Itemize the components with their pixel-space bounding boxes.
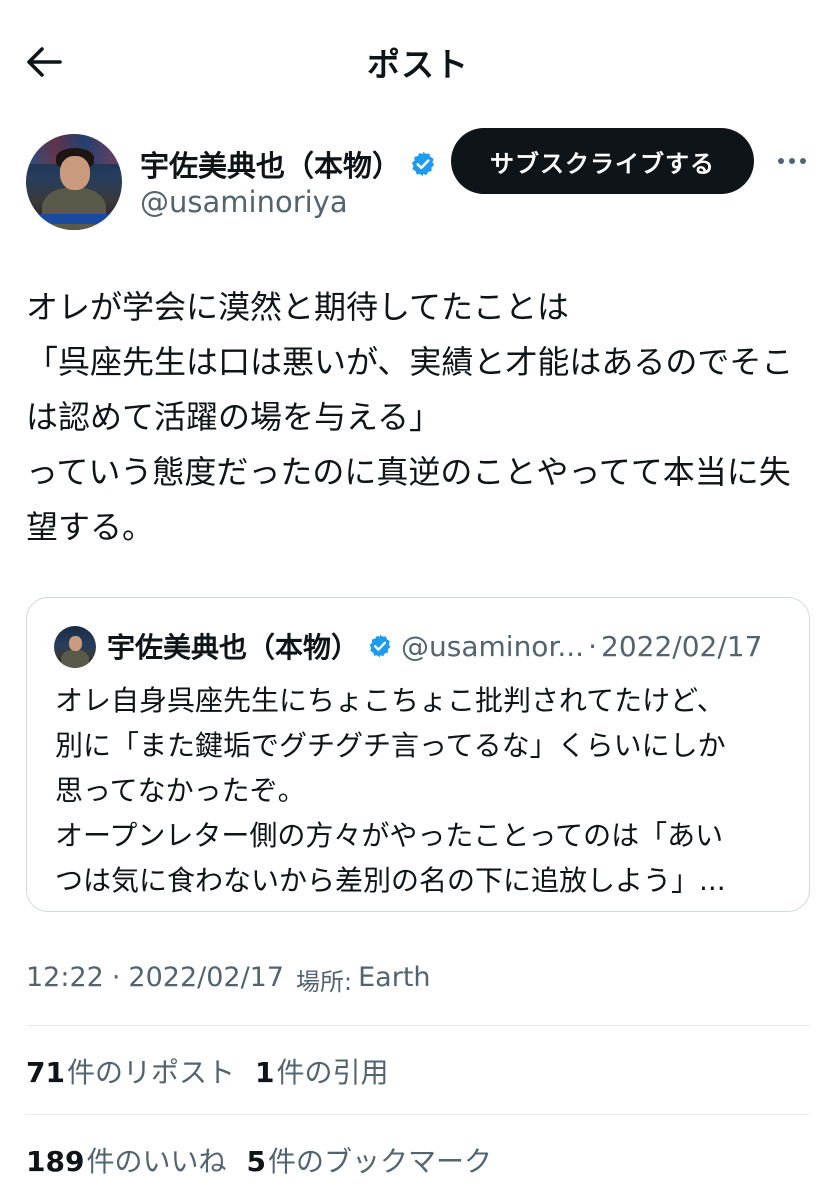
bookmarks-stat[interactable]: 5 件のブックマーク: [246, 1140, 492, 1180]
likes-stat[interactable]: 189 件のいいね: [26, 1140, 226, 1180]
likes-count: 189: [26, 1145, 85, 1178]
post-date: 2022/02/17: [128, 962, 285, 993]
quoted-author-handle: @usaminor...: [401, 629, 585, 663]
quoted-separator: ·: [588, 629, 597, 663]
quoted-post-text: オレ自身呉座先生にちょこちょこ批判されてたけど、 別に「また鍵垢でグチグチ言って…: [55, 684, 726, 897]
quoted-post[interactable]: 宇佐美典也（本物） @usaminor... · 2022/02/17 オレ自身…: [26, 597, 810, 912]
reposts-stat[interactable]: 71 件のリポスト: [26, 1051, 235, 1091]
more-horizontal-icon: [778, 158, 784, 164]
reposts-count: 71: [26, 1056, 65, 1089]
post-location: Earth: [358, 962, 431, 993]
author-name[interactable]: 宇佐美典也（本物）: [140, 143, 401, 185]
verified-badge-icon: [369, 634, 391, 658]
quotes-stat[interactable]: 1 件の引用: [255, 1051, 389, 1091]
verified-badge-icon: [411, 151, 435, 177]
quotes-label: 件の引用: [276, 1056, 389, 1089]
post-detail-page: ポスト 宇佐美典也（本物） @usaminoriya サブスクライブする オレが…: [0, 0, 836, 1200]
post-metadata: 12:22 · 2022/02/17 場所: Earth: [26, 962, 431, 997]
bookmarks-label: 件のブックマーク: [267, 1145, 492, 1178]
quoted-author-name: 宇佐美典也（本物）: [107, 631, 360, 664]
author-avatar[interactable]: [26, 134, 122, 230]
engagement-row-2: 189 件のいいね 5 件のブックマーク: [26, 1140, 492, 1180]
tweet-text: オレが学会に漠然と期待してたことは 「呉座先生は口は悪いが、実績と才能はあるので…: [26, 288, 794, 546]
header: ポスト: [0, 0, 836, 120]
quoted-post-header: 宇佐美典也（本物） @usaminor... · 2022/02/17: [107, 626, 762, 666]
author-name-row[interactable]: 宇佐美典也（本物）: [140, 143, 437, 185]
page-title: ポスト: [367, 45, 469, 84]
location-label: 場所:: [296, 968, 353, 996]
bookmarks-count: 5: [246, 1145, 266, 1178]
more-options-button[interactable]: [772, 146, 812, 176]
engagement-row-1: 71 件のリポスト 1 件の引用: [26, 1051, 388, 1091]
likes-label: 件のいいね: [86, 1145, 227, 1178]
divider: [26, 1114, 810, 1115]
meta-separator: ·: [111, 962, 121, 993]
post-time: 12:22: [26, 962, 104, 993]
divider: [26, 1025, 810, 1026]
subscribe-button[interactable]: サブスクライブする: [451, 128, 754, 194]
quoted-post-date: 2022/02/17: [601, 629, 763, 663]
reposts-label: 件のリポスト: [66, 1056, 235, 1089]
author-handle[interactable]: @usaminoriya: [140, 185, 348, 219]
quoted-author-avatar: [54, 626, 96, 668]
quotes-count: 1: [254, 1056, 275, 1089]
